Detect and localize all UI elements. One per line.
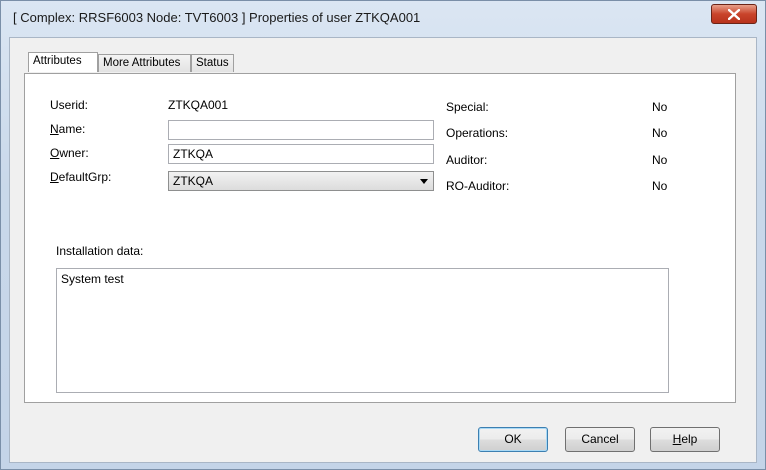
operations-label: Operations: xyxy=(446,126,509,140)
special-value: No xyxy=(652,100,668,114)
tab-attributes[interactable]: Attributes xyxy=(28,52,98,72)
ok-button[interactable]: OK xyxy=(478,427,548,452)
userid-label: Userid: xyxy=(50,98,89,112)
operations-value: No xyxy=(652,126,668,140)
attributes-panel: Userid: ZTKQA001 Name: Owner: ZTKQA Defa… xyxy=(24,73,736,403)
properties-dialog: [ Complex: RRSF6003 Node: TVT6003 ] Prop… xyxy=(0,0,766,470)
dropdown-arrow-icon xyxy=(420,179,428,184)
owner-label-accel: O xyxy=(50,146,60,160)
cancel-button[interactable]: Cancel xyxy=(565,427,635,452)
auditor-value: No xyxy=(652,153,668,167)
help-button-text: elp xyxy=(681,432,698,446)
userid-value: ZTKQA001 xyxy=(168,98,229,112)
owner-field[interactable]: ZTKQA xyxy=(168,144,434,164)
ro-auditor-value: No xyxy=(652,179,668,193)
defaultgrp-label-accel: D xyxy=(50,170,59,184)
owner-label: Owner: xyxy=(50,146,89,160)
installation-data-label: Installation data: xyxy=(56,244,144,258)
help-button[interactable]: Help xyxy=(650,427,720,452)
name-label-text: ame: xyxy=(58,122,86,136)
name-label-accel: N xyxy=(50,122,59,136)
defaultgrp-select[interactable]: ZTKQA xyxy=(168,171,434,191)
close-button[interactable] xyxy=(711,4,757,24)
close-icon xyxy=(728,9,740,20)
tab-status[interactable]: Status xyxy=(191,54,234,72)
defaultgrp-selected-value: ZTKQA xyxy=(173,174,214,188)
name-field[interactable] xyxy=(168,120,434,140)
title-bar[interactable]: [ Complex: RRSF6003 Node: TVT6003 ] Prop… xyxy=(1,1,765,37)
defaultgrp-label: DefaultGrp: xyxy=(50,170,111,184)
installation-data-textarea[interactable]: System test xyxy=(56,268,669,393)
owner-label-text: wner: xyxy=(59,146,89,160)
defaultgrp-label-text: efaultGrp: xyxy=(58,170,112,184)
window-title: [ Complex: RRSF6003 Node: TVT6003 ] Prop… xyxy=(13,10,421,25)
tab-more-attributes[interactable]: More Attributes xyxy=(98,54,191,72)
name-label: Name: xyxy=(50,122,85,136)
auditor-label: Auditor: xyxy=(446,153,488,167)
dialog-client-area: Attributes More Attributes Status Userid… xyxy=(9,37,757,463)
special-label: Special: xyxy=(446,100,489,114)
ro-auditor-label: RO-Auditor: xyxy=(446,179,510,193)
